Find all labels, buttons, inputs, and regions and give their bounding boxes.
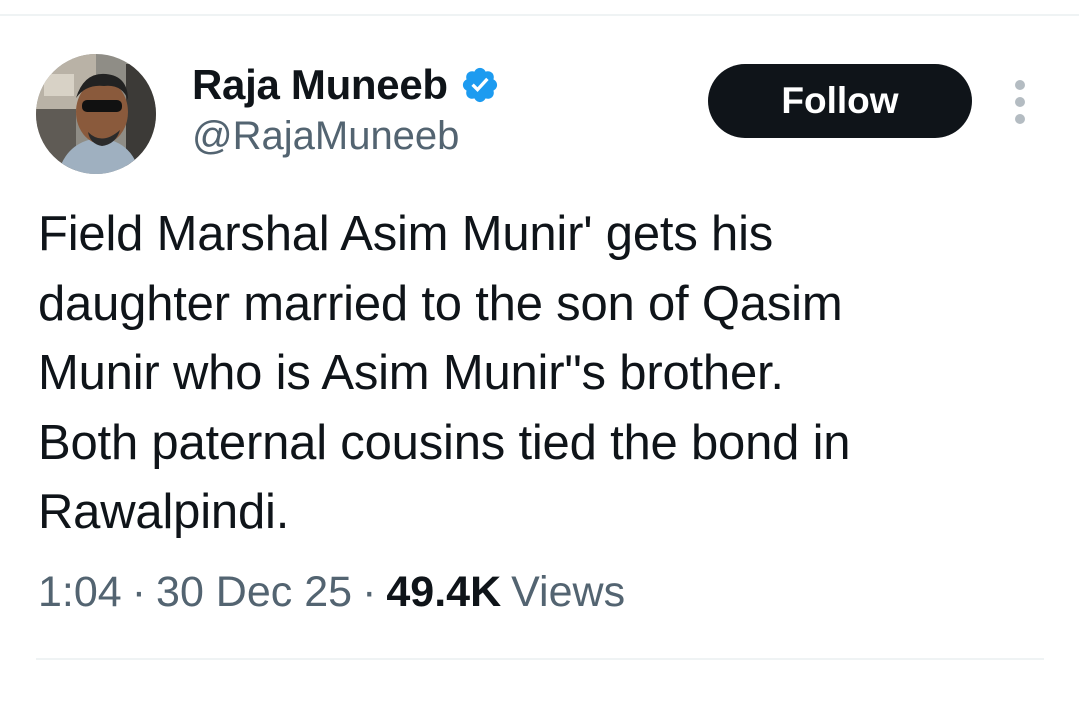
tweet-date[interactable]: 30 Dec 25 (156, 568, 352, 617)
verified-badge-icon (460, 65, 500, 105)
author-handle[interactable]: @RajaMuneeb (192, 114, 500, 159)
more-vertical-icon[interactable] (1004, 80, 1036, 124)
more-dot (1015, 80, 1025, 90)
avatar-photo (36, 54, 156, 174)
views-count: 49.4K (386, 568, 502, 616)
author-display-name[interactable]: Raja Muneeb (192, 61, 448, 109)
more-dot (1015, 114, 1025, 124)
top-divider (0, 14, 1079, 16)
bottom-divider (36, 658, 1044, 660)
follow-button[interactable]: Follow (708, 64, 972, 138)
meta-separator: · (362, 568, 377, 616)
meta-separator: · (131, 568, 147, 616)
views-label: Views (511, 568, 626, 616)
more-dot (1015, 97, 1025, 107)
author-block: Raja Muneeb @RajaMuneeb (192, 58, 500, 159)
author-name-row[interactable]: Raja Muneeb (192, 58, 500, 112)
tweet-time[interactable]: 1:04 (38, 568, 122, 617)
avatar[interactable] (36, 54, 156, 174)
tweet-text: Field Marshal Asim Munir' gets his daugh… (38, 207, 851, 539)
tweet-meta: 1:04 · 30 Dec 25 · 49.4K Views (38, 568, 625, 617)
